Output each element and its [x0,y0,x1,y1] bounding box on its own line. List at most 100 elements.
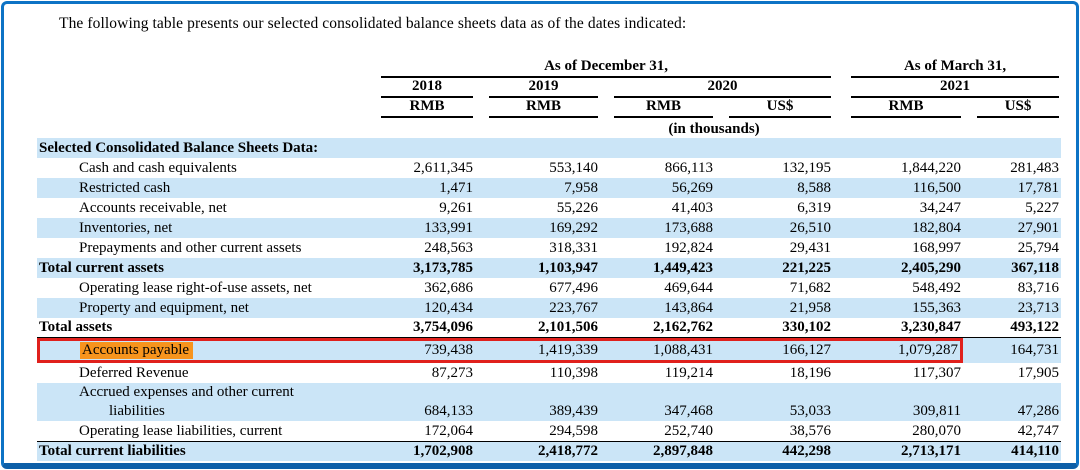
cell-value: 1,088,431 [600,338,715,363]
cell-value: 117,307 [833,363,963,383]
cell-value: 548,492 [833,278,963,298]
currency-header: RMB [600,98,715,118]
table-row: Total assets3,754,0962,101,5062,162,762 3… [37,318,1061,338]
cell-value: 169,292 [475,218,600,238]
cell-value: 71,682 [715,278,833,298]
cell-value: 166,127 [715,338,833,363]
cell-value: 2,713,171 [833,441,963,461]
cell-value: 1,449,423 [600,258,715,278]
cell-value: 248,563 [367,238,475,258]
cell-value: 47,286 [963,383,1061,421]
table-row: Operating lease right-of-use assets, net… [37,278,1061,298]
row-label: Prepayments and other current assets [79,240,301,256]
row-label: Accrued expenses and other current [79,384,294,400]
row-label-cell: Selected Consolidated Balance Sheets Dat… [37,138,1061,158]
cell-value: 182,804 [833,218,963,238]
cell-value: 172,064 [367,421,475,441]
row-label-cell: Total assets [37,318,367,338]
table-row: Deferred Revenue87,273110,398119,21418,1… [37,363,1061,383]
cell-value: 6,319 [715,198,833,218]
cell-value: 1,103,947 [475,258,600,278]
row-label-cell: Deferred Revenue [37,363,367,383]
row-label: Property and equipment, net [79,300,249,316]
cell-value: 2,418,772 [475,441,600,461]
group-header-label: As of December 31, [381,58,831,78]
section-header-row: Selected Consolidated Balance Sheets Dat… [37,138,1061,158]
row-label: Cash and cash equivalents [79,160,237,176]
units-row: (in thousands) [37,118,1061,138]
year-row: 2018 2019 2020 2021 [37,78,1061,98]
cell-value: 38,576 [715,421,833,441]
cell-value: 17,781 [963,178,1061,198]
cell-value: 347,468 [600,383,715,421]
row-label: Deferred Revenue [79,365,189,381]
row-label: Operating lease liabilities, current [79,423,282,439]
cell-value: 132,195 [715,158,833,178]
table-row: Prepayments and other current assets 248,… [37,238,1061,258]
balance-sheet-table: As of December 31, As of March 31, 2018 … [37,58,1061,461]
cell-value: 29,431 [715,238,833,258]
empty-header-cell [37,98,367,118]
row-label-cell: Inventories, net [37,218,367,238]
table-row: Total current assets3,173,7851,103,9471,… [37,258,1061,278]
row-label-cell: Total current assets [37,258,367,278]
table-row: Property and equipment, net120,434223,76… [37,298,1061,318]
table-row: Accounts payable739,4381,419,3391,088,43… [37,338,1061,363]
cell-value: 116,500 [833,178,963,198]
row-label: Accounts receivable, net [79,200,227,216]
row-label-cell: Accrued expenses and other current liabil… [37,383,367,421]
cell-value: 87,273 [367,363,475,383]
cell-value: 34,247 [833,198,963,218]
table-row: Inventories, net133,991169,292173,68826,… [37,218,1061,238]
cell-value: 309,811 [833,383,963,421]
cell-value: 2,405,290 [833,258,963,278]
cell-value: 3,754,096 [367,318,475,338]
cell-value: 41,403 [600,198,715,218]
currency-header: US$ [715,98,833,118]
cell-value: 1,702,908 [367,441,475,461]
row-label-cell: Restricted cash [37,178,367,198]
cell-value: 26,510 [715,218,833,238]
cell-value: 2,611,345 [367,158,475,178]
cell-value: 25,794 [963,238,1061,258]
cell-value: 155,363 [833,298,963,318]
cell-value: 133,991 [367,218,475,238]
cell-value: 1,471 [367,178,475,198]
row-label: Selected Consolidated Balance Sheets Dat… [39,140,318,156]
document-frame: The following table presents our selecte… [1,1,1079,469]
cell-value: 442,298 [715,441,833,461]
row-label-cell: Operating lease right-of-use assets, net [37,278,367,298]
cell-value: 23,713 [963,298,1061,318]
cell-value: 17,905 [963,363,1061,383]
units-note: (in thousands) [367,118,1061,138]
cell-value: 110,398 [475,363,600,383]
cell-value: 493,122 [963,318,1061,338]
cell-value: 294,598 [475,421,600,441]
cell-value: 119,214 [600,363,715,383]
currency-header: RMB [833,98,963,118]
row-label-line2: liabilities [79,402,367,421]
table-row: Accounts receivable, net9,26155,22641,40… [37,198,1061,218]
row-label: Total current liabilities [39,443,186,459]
row-label-cell: Prepayments and other current assets [37,238,367,258]
date-group-row: As of December 31, As of March 31, [37,58,1061,78]
table-row: Accrued expenses and other current liabil… [37,383,1061,421]
row-label-cell: Total current liabilities [37,441,367,461]
group-header-march: As of March 31, [833,58,1061,78]
cell-value: 168,997 [833,238,963,258]
row-label-cell: Operating lease liabilities, current [37,421,367,441]
cell-value: 221,225 [715,258,833,278]
cell-value: 164,731 [963,338,1061,363]
cell-value: 2,897,848 [600,441,715,461]
table-row: Cash and cash equivalents2,611,345553,14… [37,158,1061,178]
row-label: Accounts payable [80,342,193,359]
year-header-2018: 2018 [367,78,475,98]
cell-value: 56,269 [600,178,715,198]
table-row: Restricted cash1,4717,95856,2698,588116,… [37,178,1061,198]
cell-value: 192,824 [600,238,715,258]
cell-value: 2,162,762 [600,318,715,338]
empty-header-cell [37,58,367,78]
cell-value: 223,767 [475,298,600,318]
cell-value: 2,101,506 [475,318,600,338]
cell-value: 3,230,847 [833,318,963,338]
